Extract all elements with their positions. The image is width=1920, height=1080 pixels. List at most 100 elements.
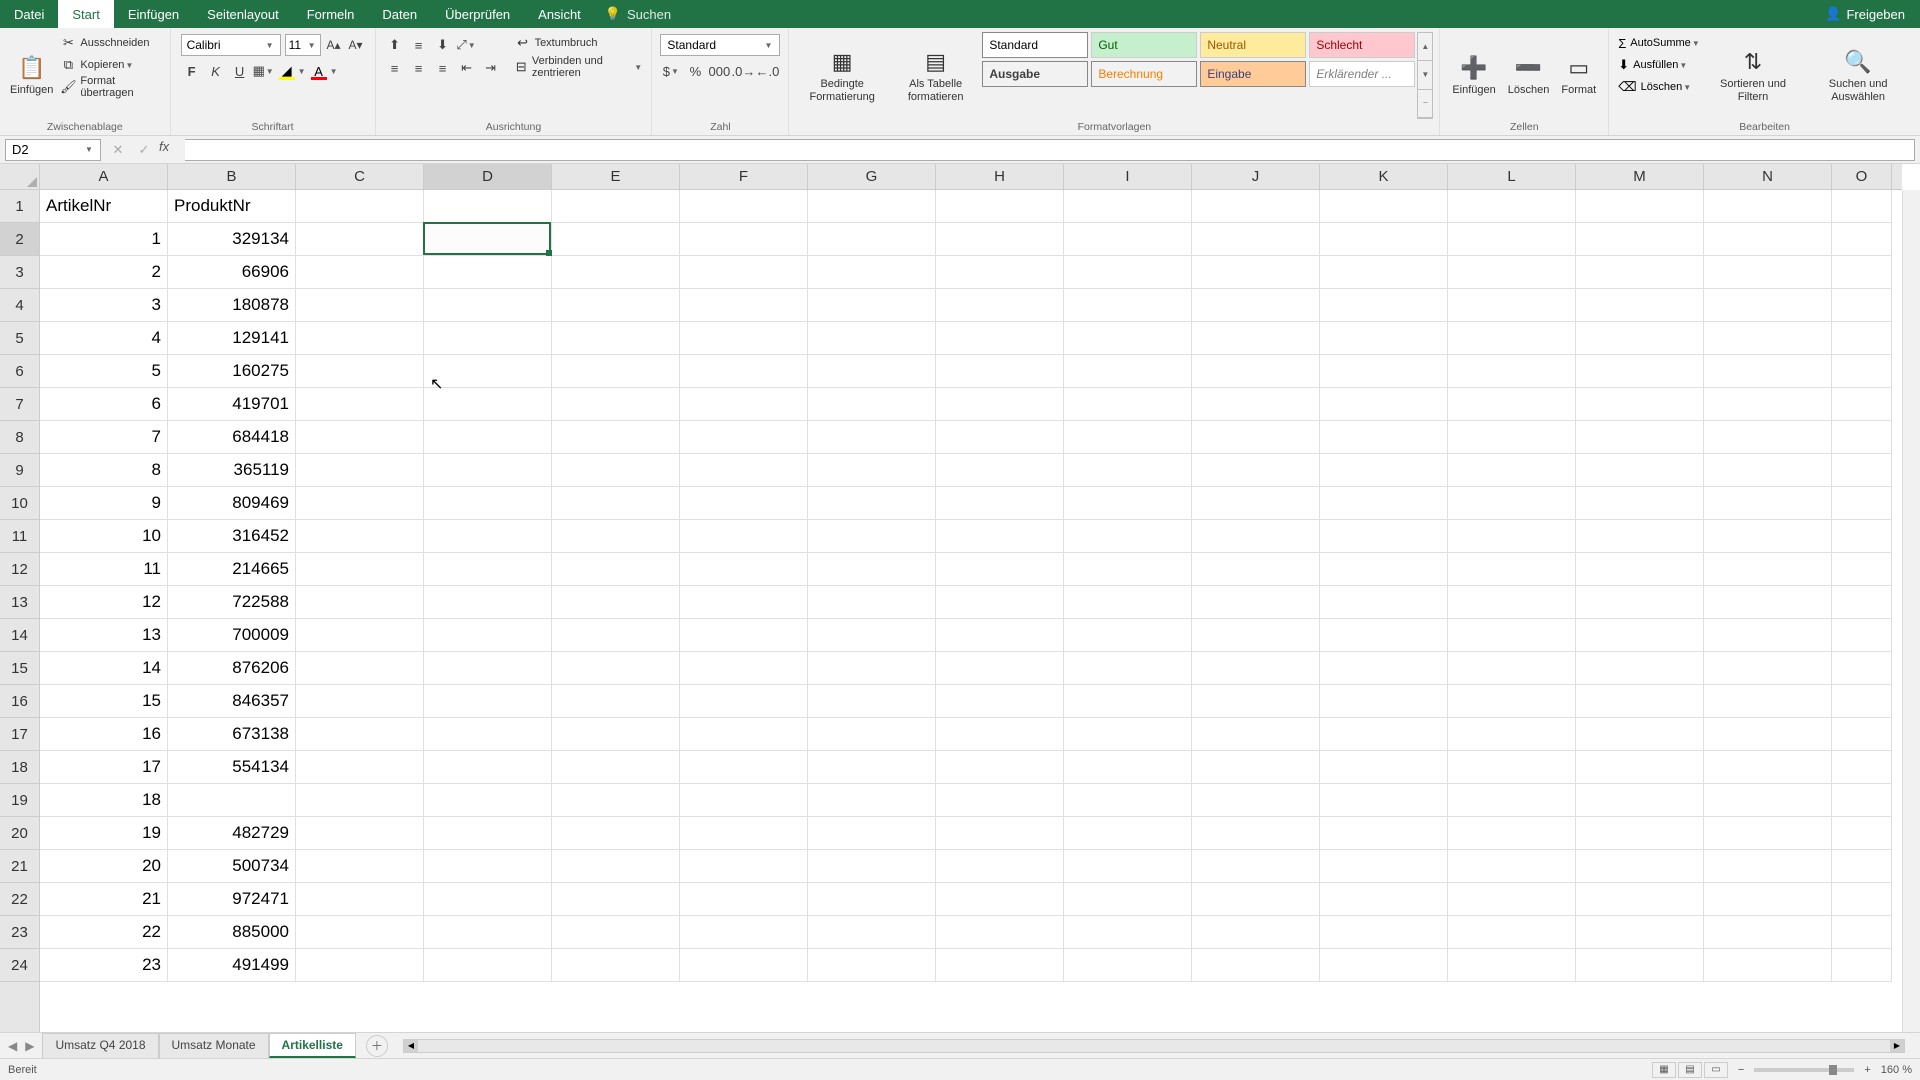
sheet-nav[interactable]: ◀▶ <box>0 1039 42 1053</box>
col-header-H[interactable]: H <box>936 164 1064 189</box>
cell-O2[interactable] <box>1832 223 1892 256</box>
bold-button[interactable]: F <box>181 60 203 82</box>
view-pagebreak-button[interactable]: ▭ <box>1704 1062 1728 1078</box>
col-header-E[interactable]: E <box>552 164 680 189</box>
tab-seitenlayout[interactable]: Seitenlayout <box>193 0 293 28</box>
cell-H8[interactable] <box>936 421 1064 454</box>
cell-E3[interactable] <box>552 256 680 289</box>
cell-D23[interactable] <box>424 916 552 949</box>
cut-button[interactable]: ✂Ausschneiden <box>57 32 163 54</box>
cell-H6[interactable] <box>936 355 1064 388</box>
cell-L16[interactable] <box>1448 685 1576 718</box>
cell-J15[interactable] <box>1192 652 1320 685</box>
cell-B19[interactable] <box>168 784 296 817</box>
cell-M16[interactable] <box>1576 685 1704 718</box>
cell-M10[interactable] <box>1576 487 1704 520</box>
cell-N11[interactable] <box>1704 520 1832 553</box>
cell-H14[interactable] <box>936 619 1064 652</box>
row-header-12[interactable]: 12 <box>0 553 39 586</box>
cell-K7[interactable] <box>1320 388 1448 421</box>
cell-F12[interactable] <box>680 553 808 586</box>
cell-H12[interactable] <box>936 553 1064 586</box>
cell-C13[interactable] <box>296 586 424 619</box>
cell-G8[interactable] <box>808 421 936 454</box>
cell-L18[interactable] <box>1448 751 1576 784</box>
cell-A12[interactable]: 11 <box>40 553 168 586</box>
cell-F20[interactable] <box>680 817 808 850</box>
cell-I4[interactable] <box>1064 289 1192 322</box>
cell-B15[interactable]: 876206 <box>168 652 296 685</box>
cell-E11[interactable] <box>552 520 680 553</box>
cell-B8[interactable]: 684418 <box>168 421 296 454</box>
cell-C2[interactable] <box>296 223 424 256</box>
cell-D12[interactable] <box>424 553 552 586</box>
cell-K11[interactable] <box>1320 520 1448 553</box>
cell-E19[interactable] <box>552 784 680 817</box>
cell-M11[interactable] <box>1576 520 1704 553</box>
cell-I22[interactable] <box>1064 883 1192 916</box>
cell-I12[interactable] <box>1064 553 1192 586</box>
cell-O14[interactable] <box>1832 619 1892 652</box>
cell-J19[interactable] <box>1192 784 1320 817</box>
accounting-button[interactable]: $▼ <box>660 60 682 82</box>
row-header-2[interactable]: 2 <box>0 223 39 256</box>
cell-B9[interactable]: 365119 <box>168 454 296 487</box>
cell-D1[interactable] <box>424 190 552 223</box>
cell-N13[interactable] <box>1704 586 1832 619</box>
cell-D6[interactable] <box>424 355 552 388</box>
cell-N21[interactable] <box>1704 850 1832 883</box>
cell-I21[interactable] <box>1064 850 1192 883</box>
cell-N8[interactable] <box>1704 421 1832 454</box>
decrease-font-button[interactable]: A▾ <box>347 34 365 56</box>
cell-J11[interactable] <box>1192 520 1320 553</box>
cell-O24[interactable] <box>1832 949 1892 982</box>
row-header-19[interactable]: 19 <box>0 784 39 817</box>
tab-daten[interactable]: Daten <box>368 0 431 28</box>
cell-L2[interactable] <box>1448 223 1576 256</box>
cell-N4[interactable] <box>1704 289 1832 322</box>
cell-N6[interactable] <box>1704 355 1832 388</box>
formula-input[interactable] <box>185 139 1915 161</box>
cell-O18[interactable] <box>1832 751 1892 784</box>
cell-A9[interactable]: 8 <box>40 454 168 487</box>
cell-A6[interactable]: 5 <box>40 355 168 388</box>
cell-E4[interactable] <box>552 289 680 322</box>
cell-I5[interactable] <box>1064 322 1192 355</box>
zoom-out-button[interactable]: − <box>1738 1064 1744 1076</box>
cell-M2[interactable] <box>1576 223 1704 256</box>
cell-M5[interactable] <box>1576 322 1704 355</box>
cell-G9[interactable] <box>808 454 936 487</box>
cell-A15[interactable]: 14 <box>40 652 168 685</box>
row-header-14[interactable]: 14 <box>0 619 39 652</box>
row-header-1[interactable]: 1 <box>0 190 39 223</box>
cell-K21[interactable] <box>1320 850 1448 883</box>
cell-F23[interactable] <box>680 916 808 949</box>
cell-K13[interactable] <box>1320 586 1448 619</box>
cell-L1[interactable] <box>1448 190 1576 223</box>
cell-I9[interactable] <box>1064 454 1192 487</box>
row-header-9[interactable]: 9 <box>0 454 39 487</box>
cell-B7[interactable]: 419701 <box>168 388 296 421</box>
cell-C6[interactable] <box>296 355 424 388</box>
cell-C18[interactable] <box>296 751 424 784</box>
cell-H18[interactable] <box>936 751 1064 784</box>
cell-H9[interactable] <box>936 454 1064 487</box>
sheet-tab-artikelliste[interactable]: Artikelliste <box>269 1033 356 1058</box>
cell-K17[interactable] <box>1320 718 1448 751</box>
cell-E22[interactable] <box>552 883 680 916</box>
cell-F17[interactable] <box>680 718 808 751</box>
cell-G7[interactable] <box>808 388 936 421</box>
scroll-right-button[interactable]: ▶ <box>1890 1040 1904 1052</box>
cell-B23[interactable]: 885000 <box>168 916 296 949</box>
cell-A8[interactable]: 7 <box>40 421 168 454</box>
scroll-left-button[interactable]: ◀ <box>404 1040 418 1052</box>
style-schlecht[interactable]: Schlecht <box>1309 32 1415 58</box>
cell-F24[interactable] <box>680 949 808 982</box>
cell-E13[interactable] <box>552 586 680 619</box>
cell-G20[interactable] <box>808 817 936 850</box>
col-header-A[interactable]: A <box>40 164 168 189</box>
cell-N19[interactable] <box>1704 784 1832 817</box>
cell-B24[interactable]: 491499 <box>168 949 296 982</box>
cell-J17[interactable] <box>1192 718 1320 751</box>
row-header-23[interactable]: 23 <box>0 916 39 949</box>
